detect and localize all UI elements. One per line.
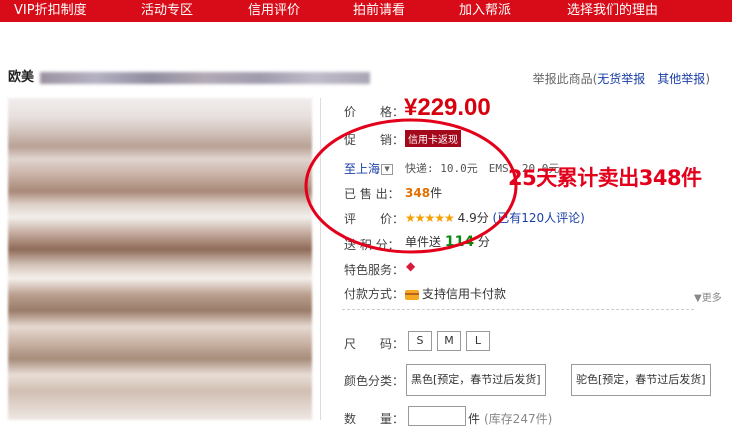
nav-notice[interactable]: 拍前请看 (353, 0, 405, 22)
qty-unit: 件 (468, 412, 481, 426)
nav-join[interactable]: 加入帮派 (459, 0, 511, 22)
color-option-black[interactable]: 黑色[预定，春节过后发货] (406, 364, 546, 396)
nav-credit[interactable]: 信用评价 (248, 0, 300, 22)
gem-icon[interactable]: ◆ (406, 259, 415, 273)
nav-vip[interactable]: VIP折扣制度 (14, 0, 87, 22)
product-title-prefix: 欧美 (8, 70, 35, 85)
sales-annotation: 25天累计卖出348件 (508, 166, 702, 190)
separator (342, 309, 694, 310)
product-title: 欧美 (8, 66, 371, 85)
product-title-blurred (40, 71, 371, 84)
size-option-l[interactable]: L (466, 331, 490, 351)
color-option-camel[interactable]: 驼色[预定，春节过后发货] (571, 364, 711, 396)
payment-text: 支持信用卡付款 (422, 287, 507, 301)
payment-value: 支持信用卡付款 (405, 285, 506, 302)
color-label: 颜色分类： (344, 374, 405, 388)
report-paren-close: ) (705, 72, 710, 86)
size-label: 尺 码： (344, 337, 405, 351)
product-image[interactable] (8, 98, 312, 420)
qty-label: 数 量： (344, 412, 405, 426)
report-other-link[interactable]: 其他举报 (657, 72, 705, 86)
size-option-s[interactable]: S (408, 331, 432, 351)
nav-activity[interactable]: 活动专区 (141, 0, 193, 22)
nav-reasons[interactable]: 选择我们的理由 (567, 0, 658, 22)
size-option-m[interactable]: M (437, 331, 461, 351)
service-label: 特色服务： (344, 263, 405, 277)
credit-card-icon (405, 289, 419, 300)
more-link[interactable]: ▼更多 (694, 289, 722, 304)
report-links: 举报此商品(无货举报 其他举报) (533, 70, 710, 87)
report-label: 举报此商品 (532, 72, 593, 86)
report-out-of-stock-link[interactable]: 无货举报 (597, 72, 645, 86)
payment-label: 付款方式： (344, 287, 405, 301)
highlight-ellipse (304, 118, 518, 254)
stock-text: (库存247件) (484, 412, 553, 426)
quantity-input[interactable] (408, 406, 466, 426)
top-nav: VIP折扣制度 活动专区 信用评价 拍前请看 加入帮派 选择我们的理由 (0, 0, 732, 22)
